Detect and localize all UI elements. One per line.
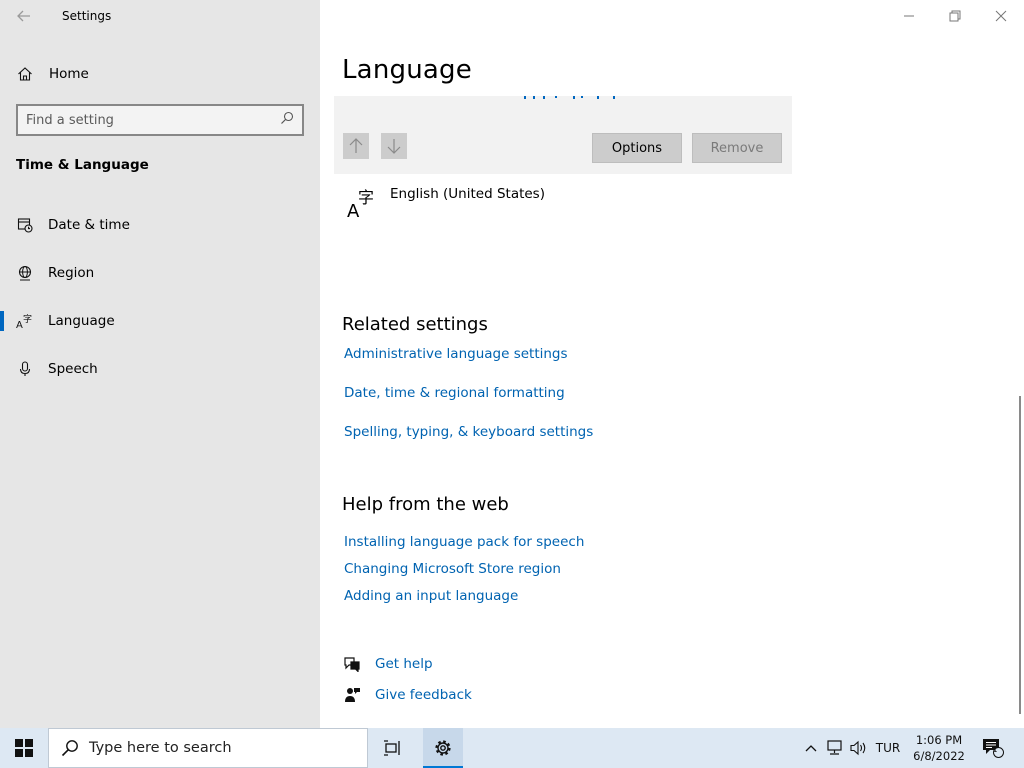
sidebar-item-speech[interactable]: Speech xyxy=(0,349,320,389)
start-button[interactable] xyxy=(0,728,48,768)
help-from-web-heading: Help from the web xyxy=(342,494,509,515)
feedback-icon xyxy=(343,686,361,704)
section-title: Time & Language xyxy=(16,157,149,173)
page-title: Language xyxy=(342,55,472,85)
sidebar-item-label: Region xyxy=(48,265,95,281)
restore-button[interactable] xyxy=(932,0,978,32)
search-icon xyxy=(61,740,78,757)
sidebar-item-date-time[interactable]: Date & time xyxy=(0,205,320,245)
give-feedback-row[interactable]: Give feedback xyxy=(343,686,472,704)
network-icon xyxy=(827,740,842,755)
volume-button[interactable] xyxy=(848,728,870,768)
show-hidden-icons-button[interactable] xyxy=(800,728,822,768)
remove-button[interactable]: Remove xyxy=(692,133,782,163)
task-view-icon xyxy=(384,740,400,756)
back-button[interactable] xyxy=(10,4,38,28)
cutoff-text-remnant xyxy=(524,96,615,99)
taskbar-search-placeholder: Type here to search xyxy=(89,740,232,756)
arrow-up-icon xyxy=(349,138,363,153)
svg-text:字: 字 xyxy=(23,313,32,325)
settings-search-input[interactable] xyxy=(26,112,280,128)
settings-taskbar-button[interactable] xyxy=(423,728,463,768)
taskbar-search-box[interactable]: Type here to search xyxy=(48,728,368,768)
sidebar-item-label: Speech xyxy=(48,361,98,377)
related-settings-heading: Related settings xyxy=(342,314,488,335)
arrow-down-icon xyxy=(387,139,401,154)
administrative-language-settings-link[interactable]: Administrative language settings xyxy=(344,346,568,362)
close-icon xyxy=(995,10,1007,22)
volume-icon xyxy=(850,740,866,756)
move-down-button[interactable] xyxy=(381,133,407,159)
adding-input-language-link[interactable]: Adding an input language xyxy=(344,588,518,604)
svg-text:字: 字 xyxy=(358,188,374,207)
installing-language-pack-link[interactable]: Installing language pack for speech xyxy=(344,534,584,550)
home-nav-item[interactable]: Home xyxy=(16,64,89,84)
minimize-button[interactable] xyxy=(886,0,932,32)
language-icon: A字 xyxy=(346,186,378,222)
clock-date: 6/8/2022 xyxy=(913,749,965,763)
settings-search-box[interactable] xyxy=(16,104,304,136)
action-center-button[interactable]: 1 xyxy=(978,728,1008,768)
language-actions-panel: Options Remove xyxy=(334,96,792,174)
sidebar-item-region[interactable]: Region xyxy=(0,253,320,293)
clock[interactable]: 1:06 PM 6/8/2022 xyxy=(906,732,972,764)
globe-icon xyxy=(16,264,34,282)
calendar-clock-icon xyxy=(16,216,34,234)
close-button[interactable] xyxy=(978,0,1024,32)
windows-logo-icon xyxy=(15,739,33,757)
microphone-icon xyxy=(16,360,34,378)
move-up-button[interactable] xyxy=(343,133,369,159)
task-view-button[interactable] xyxy=(372,728,412,768)
give-feedback-link[interactable]: Give feedback xyxy=(375,687,472,703)
get-help-row[interactable]: Get help xyxy=(343,655,433,673)
date-time-regional-formatting-link[interactable]: Date, time & regional formatting xyxy=(344,385,565,401)
home-icon xyxy=(16,65,34,83)
minimize-icon xyxy=(904,15,914,17)
notification-count: 1 xyxy=(992,745,998,754)
app-title: Settings xyxy=(62,9,112,23)
spelling-typing-keyboard-settings-link[interactable]: Spelling, typing, & keyboard settings xyxy=(344,424,593,440)
sidebar: Settings Home Time & Language Date & tim… xyxy=(0,0,320,728)
sidebar-item-label: Date & time xyxy=(48,217,130,233)
gear-icon xyxy=(435,740,451,756)
svg-text:A: A xyxy=(16,320,23,329)
changing-store-region-link[interactable]: Changing Microsoft Store region xyxy=(344,561,561,577)
taskbar: Type here to search TUR 1:06 PM 6/8/2022… xyxy=(0,728,1024,768)
scrollbar[interactable] xyxy=(1019,396,1021,714)
sidebar-item-language[interactable]: A字 Language xyxy=(0,301,320,341)
input-language-indicator[interactable]: TUR xyxy=(872,728,904,768)
language-icon: A字 xyxy=(16,312,34,330)
search-icon[interactable] xyxy=(280,111,294,129)
language-name: English (United States) xyxy=(390,186,545,202)
chat-help-icon xyxy=(343,655,361,673)
language-list-item[interactable]: A字 English (United States) xyxy=(346,186,545,222)
options-button[interactable]: Options xyxy=(592,133,682,163)
restore-icon xyxy=(949,10,961,22)
get-help-link[interactable]: Get help xyxy=(375,656,433,672)
back-arrow-icon xyxy=(17,10,30,22)
chevron-up-icon xyxy=(805,745,817,752)
home-label: Home xyxy=(49,66,89,82)
network-button[interactable] xyxy=(824,728,846,768)
clock-time: 1:06 PM xyxy=(915,733,963,747)
sidebar-item-label: Language xyxy=(48,313,115,329)
